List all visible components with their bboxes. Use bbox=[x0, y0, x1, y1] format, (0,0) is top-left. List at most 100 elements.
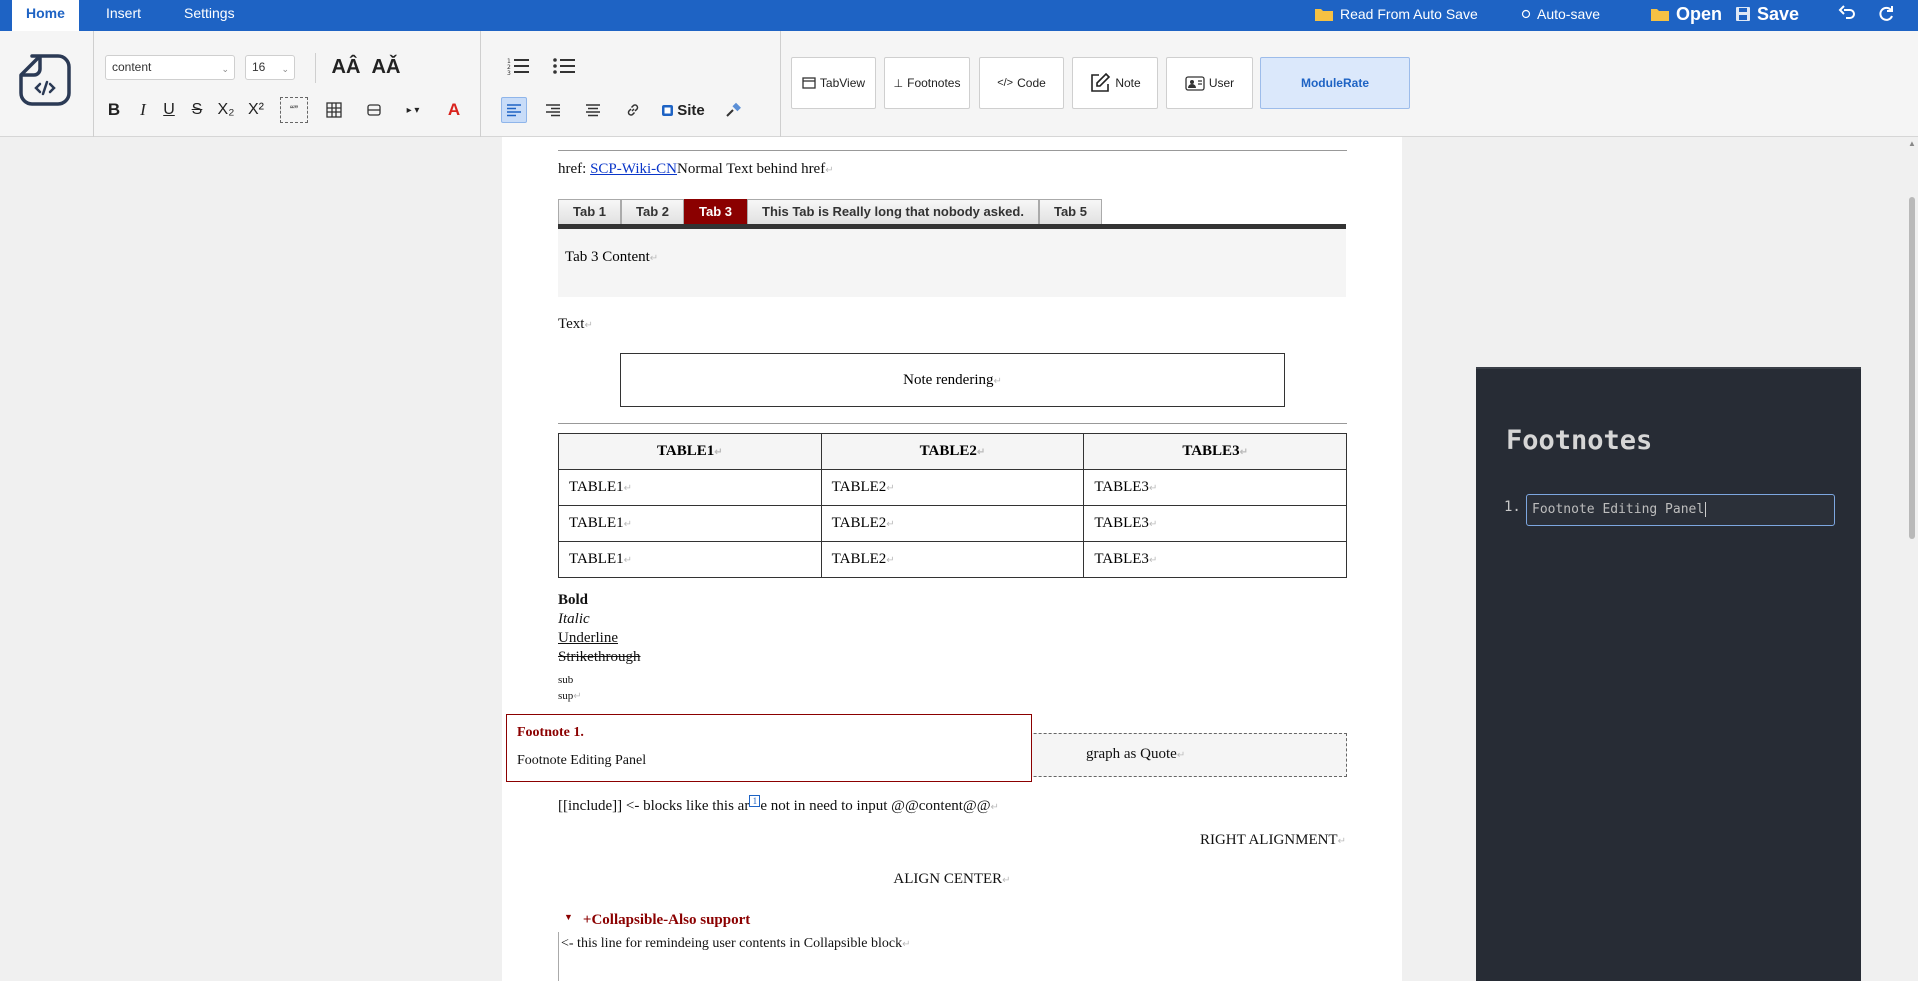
table-cell: TABLE3↵ bbox=[1083, 541, 1347, 578]
table-icon[interactable] bbox=[321, 97, 347, 123]
user-button[interactable]: User bbox=[1166, 57, 1253, 109]
footnote-popup: Footnote 1. Footnote Editing Panel bbox=[506, 714, 1032, 782]
table-row: TABLE1↵ TABLE2↵ TABLE3↵ bbox=[558, 505, 1347, 542]
tab-3[interactable]: Tab 3 bbox=[684, 199, 747, 225]
tab-home[interactable]: Home bbox=[12, 0, 79, 31]
code-button[interactable]: </> Code bbox=[979, 57, 1064, 109]
tab-content-text: Tab 3 Content bbox=[565, 249, 650, 265]
sup-value: sup bbox=[558, 690, 574, 702]
tab-insert[interactable]: Insert bbox=[92, 0, 155, 31]
vertical-scrollbar[interactable]: ▲ bbox=[1906, 137, 1918, 981]
window-icon bbox=[802, 77, 816, 89]
table-cell: TABLE1↵ bbox=[558, 505, 822, 542]
table-header-cell: TABLE1↵ bbox=[558, 433, 822, 470]
bold-icon[interactable]: B bbox=[103, 97, 125, 123]
strikethrough-icon[interactable]: S bbox=[186, 97, 208, 123]
font-grow-icon[interactable]: AÂ bbox=[330, 53, 362, 81]
quote-text: graph as Quote↵ bbox=[1086, 746, 1186, 762]
include-text-a: [[include]] <- blocks like this ar bbox=[558, 798, 750, 814]
redo-icon bbox=[1879, 6, 1893, 21]
superscript-icon[interactable]: X² bbox=[242, 97, 270, 123]
footnote-panel: Footnotes 1. Footnote Editing Panel bbox=[1476, 367, 1861, 981]
collapsible-title: +Collapsible-Also support bbox=[582, 912, 751, 928]
font-size-select[interactable]: 16 ⌄ bbox=[245, 55, 295, 80]
link-icon[interactable] bbox=[620, 97, 646, 123]
subscript-icon[interactable]: X₂ bbox=[212, 97, 240, 123]
font-shrink-icon[interactable]: AǍ bbox=[370, 53, 402, 81]
footnote-edit-value: Footnote Editing Panel bbox=[1532, 502, 1705, 517]
read-autosave-label: Read From Auto Save bbox=[1340, 6, 1478, 22]
modulerate-label: ModuleRate bbox=[1300, 76, 1369, 90]
quote-value: graph as Quote bbox=[1086, 746, 1177, 762]
collapsible-icon[interactable]: ▸ ▾ bbox=[398, 97, 428, 123]
ordered-list-icon[interactable]: 123 bbox=[504, 53, 532, 79]
tab-5[interactable]: Tab 5 bbox=[1038, 199, 1102, 225]
collapsible-header[interactable]: ▼ +Collapsible-Also support bbox=[564, 912, 750, 929]
footnote-icon: ⊥ bbox=[893, 77, 904, 90]
tab-long[interactable]: This Tab is Really long that nobody aske… bbox=[747, 199, 1039, 225]
font-color-icon[interactable]: A bbox=[441, 97, 467, 123]
href-line: href: SCP-Wiki-CNNormal Text behind href… bbox=[558, 161, 834, 177]
note-button[interactable]: Note bbox=[1072, 57, 1158, 109]
undo-icon bbox=[1838, 5, 1855, 19]
top-menubar: Home Insert Settings Read From Auto Save… bbox=[0, 0, 1918, 31]
align-left-icon[interactable] bbox=[501, 97, 527, 123]
site-link-button[interactable]: Site bbox=[658, 97, 708, 123]
document-page[interactable]: href: SCP-Wiki-CNNormal Text behind href… bbox=[502, 137, 1402, 981]
bold-text: Bold bbox=[558, 592, 589, 608]
site-label: Site bbox=[677, 101, 705, 119]
footnote-number: 1. bbox=[1504, 499, 1521, 515]
tab-settings[interactable]: Settings bbox=[170, 0, 249, 31]
href-prefix: href: bbox=[558, 161, 591, 177]
footnotes-button[interactable]: ⊥ Footnotes bbox=[884, 57, 970, 109]
table-header-cell: TABLE3↵ bbox=[1083, 433, 1347, 470]
content-table: TABLE1↵ TABLE2↵ TABLE3↵ TABLE1↵ TABLE2↵ … bbox=[558, 433, 1347, 578]
scrollbar-thumb[interactable] bbox=[1909, 197, 1915, 539]
autosave-toggle[interactable]: Auto-save bbox=[1521, 0, 1600, 28]
tabview-button[interactable]: TabView bbox=[791, 57, 876, 109]
align-right-icon[interactable] bbox=[540, 97, 566, 123]
footnote-edit-field[interactable]: Footnote Editing Panel bbox=[1526, 494, 1835, 526]
divider-icon[interactable] bbox=[361, 97, 387, 123]
quote-icon[interactable]: “” bbox=[280, 97, 308, 123]
save-button[interactable]: Save bbox=[1735, 0, 1799, 28]
modulerate-button[interactable]: ModuleRate bbox=[1260, 57, 1410, 109]
edit-icon bbox=[1091, 72, 1111, 92]
table-cell: TABLE3↵ bbox=[1083, 505, 1347, 542]
underline-text: Underline bbox=[558, 630, 618, 646]
tab-2[interactable]: Tab 2 bbox=[621, 199, 684, 225]
tab-content: Tab 3 Content↵ bbox=[558, 229, 1346, 297]
table-header-row: TABLE1↵ TABLE2↵ TABLE3↵ bbox=[558, 433, 1347, 470]
format-painter-icon[interactable] bbox=[720, 97, 746, 123]
underline-icon[interactable]: U bbox=[158, 97, 180, 123]
svg-text:3: 3 bbox=[507, 70, 511, 75]
footnotes-label: Footnotes bbox=[907, 76, 961, 90]
right-aligned-text: RIGHT ALIGNMENT↵ bbox=[1199, 832, 1346, 848]
tabview: Tab 1 Tab 2 Tab 3 This Tab is Really lon… bbox=[558, 199, 1102, 225]
redo-button[interactable] bbox=[1877, 0, 1895, 28]
centered-text: ALIGN CENTER↵ bbox=[893, 871, 1011, 887]
font-family-select[interactable]: content ⌄ bbox=[105, 55, 235, 80]
read-autosave-button[interactable]: Read From Auto Save bbox=[1314, 0, 1478, 28]
code-label: Code bbox=[1017, 76, 1046, 90]
tab-1[interactable]: Tab 1 bbox=[558, 199, 621, 225]
table-cell: TABLE2↵ bbox=[820, 505, 1085, 542]
table-header-cell: TABLE2↵ bbox=[820, 433, 1085, 470]
code-icon: </> bbox=[997, 77, 1014, 89]
user-label: User bbox=[1208, 76, 1235, 90]
open-button[interactable]: Open bbox=[1650, 0, 1722, 28]
bullet-list-icon[interactable] bbox=[550, 53, 578, 79]
table-row: TABLE1↵ TABLE2↵ TABLE3↵ bbox=[558, 469, 1347, 506]
table-cell: TABLE1↵ bbox=[558, 469, 822, 506]
footnote-marker[interactable]: 1 bbox=[749, 795, 761, 807]
folder-icon bbox=[1315, 9, 1333, 21]
app-logo bbox=[18, 53, 72, 107]
undo-button[interactable] bbox=[1838, 0, 1856, 28]
href-link[interactable]: SCP-Wiki-CN bbox=[590, 161, 677, 177]
collapsible-body: <- this line for remindeing user content… bbox=[561, 936, 911, 951]
right-align-value: RIGHT ALIGNMENT bbox=[1199, 832, 1338, 848]
italic-icon[interactable]: I bbox=[132, 97, 154, 123]
collapse-arrow-icon: ▼ bbox=[564, 912, 573, 922]
table-cell: TABLE3↵ bbox=[1083, 469, 1347, 506]
align-center-icon[interactable] bbox=[580, 97, 606, 123]
